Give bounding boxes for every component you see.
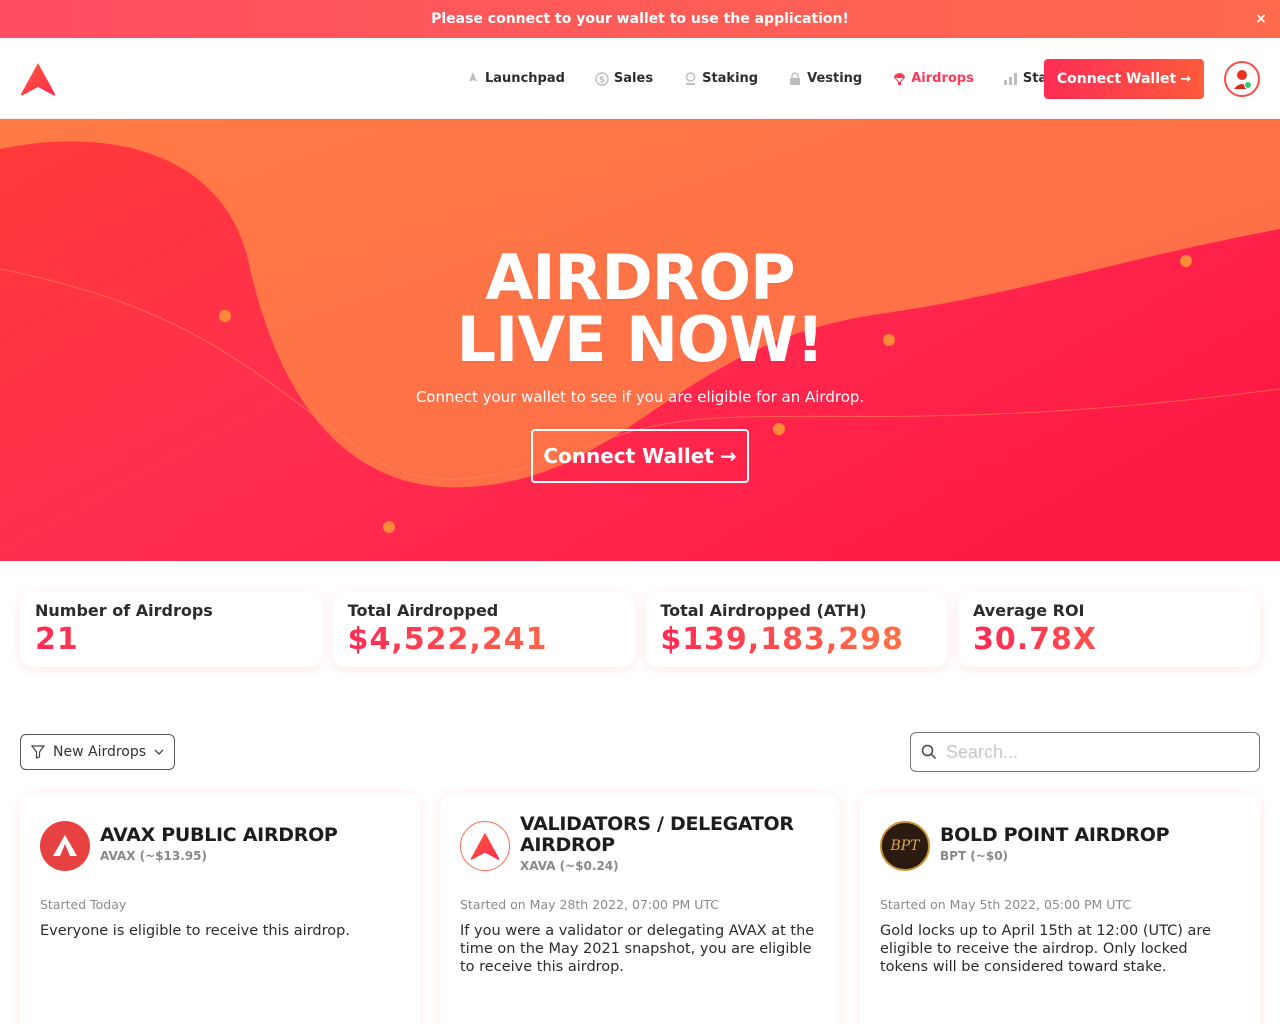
hero-title: AIRDROP LIVE NOW! (0, 247, 1280, 371)
airdrop-card[interactable]: VALIDATORS / DELEGATOR AIRDROP XAVA (~$0… (440, 793, 840, 1024)
search-icon (921, 744, 937, 760)
connect-wallet-label: Connect Wallet (1056, 71, 1177, 87)
stats-row: Number of Airdrops 21 Total Airdropped $… (20, 591, 1260, 667)
xava-logo-icon (460, 821, 510, 871)
avax-logo-icon (40, 821, 90, 871)
search-box (910, 732, 1260, 772)
hero-section: AIRDROP LIVE NOW! Connect your wallet to… (0, 119, 1280, 561)
nav-label: Airdrops (911, 71, 974, 86)
airdrop-cards: AVAX PUBLIC AIRDROP AVAX (~$13.95) Start… (20, 793, 1260, 1024)
stat-value: $139,183,298 (660, 622, 932, 657)
airdrop-filter-dropdown[interactable]: New Airdrops (20, 734, 175, 770)
arrow-right-icon: → (1180, 71, 1192, 87)
airdrop-card[interactable]: BPT BOLD POINT AIRDROP BPT (~$0) Started… (860, 793, 1260, 1024)
stat-card-average-roi: Average ROI 30.78X (957, 591, 1260, 667)
card-title: VALIDATORS / DELEGATOR AIRDROP (520, 813, 794, 856)
airdrop-card[interactable]: AVAX PUBLIC AIRDROP AVAX (~$13.95) Start… (20, 793, 420, 1024)
wallet-warning-banner: Please connect to your wallet to use the… (0, 0, 1280, 38)
hero-title-line1: AIRDROP (485, 241, 795, 314)
banner-text: Please connect to your wallet to use the… (431, 11, 849, 27)
parachute-icon (892, 72, 906, 86)
stat-label: Total Airdropped (347, 601, 499, 620)
card-description: Gold locks up to April 15th at 12:00 (UT… (880, 923, 1211, 975)
nav-item-vesting[interactable]: Vesting (788, 71, 862, 86)
bpt-logo-text: BPT (890, 838, 920, 854)
nav-label: Sales (613, 71, 654, 86)
filter-icon (31, 745, 45, 759)
card-token-price: BPT (~$0) (940, 849, 1009, 863)
lock-icon (788, 71, 802, 86)
nav-item-sales[interactable]: $ Sales (595, 71, 653, 86)
filter-label: New Airdrops (53, 744, 147, 760)
user-avatar-icon (1234, 70, 1252, 89)
stat-label: Total Airdropped (ATH) (660, 601, 867, 620)
nav-item-launchpad[interactable]: Launchpad (466, 71, 565, 86)
card-description: If you were a validator or delegating AV… (460, 923, 815, 975)
card-description: Everyone is eligible to receive this air… (40, 923, 350, 939)
nav-label: Staking (702, 71, 759, 86)
card-title: AVAX PUBLIC AIRDROP (100, 824, 338, 846)
hero-button-label: Connect Wallet (543, 444, 714, 468)
card-token-price: XAVA (~$0.24) (520, 859, 619, 873)
logo-icon (20, 63, 56, 96)
hero-subtitle: Connect your wallet to see if you are el… (415, 388, 865, 406)
stat-card-number-of-airdrops: Number of Airdrops 21 (20, 591, 322, 667)
connect-wallet-button[interactable]: Connect Wallet → (1044, 59, 1204, 99)
hero-connect-wallet-button[interactable]: Connect Wallet → (531, 429, 749, 483)
stat-value: $4,522,241 (348, 622, 620, 657)
stat-card-total-airdropped-ath: Total Airdropped (ATH) $139,183,298 (645, 591, 948, 667)
nav-label: Vesting (807, 71, 863, 86)
card-start-date: Started on May 28th 2022, 07:00 PM UTC (460, 897, 720, 912)
coin-icon (683, 71, 697, 86)
nav-label: Launchpad (485, 71, 565, 86)
hero-title-line2: LIVE NOW! (456, 303, 825, 376)
card-token-price: AVAX (~$13.95) (100, 849, 207, 863)
dollar-icon: $ (595, 71, 609, 86)
stat-card-total-airdropped: Total Airdropped $4,522,241 (332, 591, 635, 667)
card-title: BOLD POINT AIRDROP (940, 824, 1170, 846)
nav-item-staking[interactable]: Staking (683, 71, 758, 86)
rocket-icon (466, 72, 480, 86)
avalaunch-logo[interactable] (20, 61, 56, 97)
search-input[interactable] (946, 741, 1236, 763)
chevron-down-icon (154, 749, 164, 756)
bar-chart-icon (1004, 72, 1018, 86)
bpt-logo-icon: BPT (880, 821, 930, 871)
avatar[interactable] (1224, 61, 1260, 97)
top-navigation: Launchpad $ Sales Staking Vesting Airdro… (0, 38, 1280, 119)
stat-value: 21 (35, 622, 307, 657)
svg-text:$: $ (599, 75, 605, 85)
stat-label: Number of Airdrops (35, 601, 213, 620)
nav-links: Launchpad $ Sales Staking Vesting Airdro… (466, 71, 1091, 86)
close-icon[interactable]: × (1252, 10, 1270, 28)
arrow-right-icon: → (719, 444, 737, 468)
card-start-date: Started on May 5th 2022, 05:00 PM UTC (880, 897, 1132, 912)
card-start-date: Started Today (40, 897, 127, 912)
nav-item-airdrops[interactable]: Airdrops (892, 71, 974, 86)
stat-label: Average ROI (972, 601, 1085, 620)
stat-value: 30.78X (973, 622, 1245, 657)
